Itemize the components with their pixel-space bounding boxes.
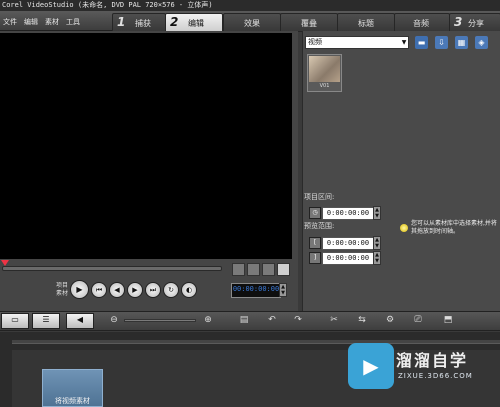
scrubber-bar[interactable]	[2, 266, 222, 271]
step-number: 1	[117, 15, 126, 29]
project-clip-toggle[interactable]: 项目 素材	[44, 282, 68, 298]
step-label: 效果	[244, 19, 260, 28]
prev-frame-button[interactable]: ◀	[109, 282, 125, 298]
storyboard-view-button[interactable]: ▭	[1, 313, 29, 329]
audio-view-button[interactable]: ◀	[66, 313, 94, 329]
zoom-slider[interactable]	[124, 319, 196, 322]
menu-file[interactable]: 文件	[3, 17, 17, 27]
menu-tools[interactable]: 工具	[66, 17, 80, 27]
thumbnail-image	[309, 56, 340, 82]
project-range-field[interactable]: 0:00:00:00	[322, 207, 374, 220]
watermark-url: ZIXUE.3D66.COM	[398, 372, 473, 380]
step-label: 覆叠	[301, 19, 317, 28]
batch-convert-icon[interactable]: ⇆	[354, 313, 370, 327]
redo-icon[interactable]: ↷	[290, 313, 306, 327]
watermark-play-icon: ▶	[348, 343, 394, 389]
scrubber-handle[interactable]	[1, 260, 9, 266]
preview-end-field[interactable]: 0:00:00:00	[322, 252, 374, 265]
split-button[interactable]	[262, 263, 275, 276]
timecode-spinner[interactable]: ▲ ▼	[279, 283, 287, 297]
mark-in-icon[interactable]: [	[309, 237, 321, 249]
home-button[interactable]: ⏮	[91, 282, 107, 298]
step-number: 2	[170, 15, 179, 29]
menu-clip[interactable]: 素材	[45, 17, 59, 27]
trim-start-button[interactable]	[232, 263, 245, 276]
preview-range-label: 预览范围:	[304, 222, 335, 230]
step-label: 分享	[468, 19, 484, 28]
enlarge-icon[interactable]	[277, 263, 290, 276]
insert-media-icon[interactable]: ▤	[236, 313, 252, 327]
step-tab-effects[interactable]: 效果	[223, 13, 281, 32]
chapter-icon[interactable]: ⎚	[410, 313, 426, 327]
menu-bar: 文件 编辑 素材 工具 1 捕获 2 编辑 效果 覆叠 标题 音频 3 分享	[0, 11, 500, 32]
end-spinner[interactable]: ▲ ▼	[373, 251, 381, 265]
smart-proxy-icon[interactable]: ✂	[326, 313, 342, 327]
step-tab-edit[interactable]: 2 编辑	[165, 13, 223, 32]
library-manager-icon[interactable]: ▦	[455, 36, 468, 49]
step-tab-capture[interactable]: 1 捕获	[112, 13, 166, 32]
zoom-out-icon[interactable]: ⊖	[106, 313, 122, 327]
menu-edit[interactable]: 编辑	[24, 17, 38, 27]
volume-button[interactable]: ◐	[181, 282, 197, 298]
preview-start-field[interactable]: 0:00:00:00	[322, 237, 374, 250]
range-spinner[interactable]: ▲ ▼	[373, 206, 381, 220]
mark-out-icon[interactable]: ]	[309, 252, 321, 264]
next-frame-button[interactable]: ▶	[127, 282, 143, 298]
chevron-down-icon[interactable]: ▼	[400, 37, 408, 48]
play-button[interactable]: ▶	[70, 280, 89, 299]
import-icon[interactable]: ⇩	[435, 36, 448, 49]
preview-window	[0, 33, 292, 259]
sort-icon[interactable]: ◈	[475, 36, 488, 49]
library-category-select[interactable]: 视频	[305, 36, 409, 49]
step-tab-share[interactable]: 3 分享	[449, 13, 500, 32]
fit-timeline-icon[interactable]: ⬒	[440, 313, 456, 327]
repeat-button[interactable]: ↻	[163, 282, 179, 298]
trim-end-button[interactable]	[247, 263, 260, 276]
timecode-display[interactable]: 00:00:00:00	[231, 283, 281, 298]
project-range-label: 项目区间:	[304, 193, 335, 201]
step-tab-overlay[interactable]: 覆叠	[280, 13, 338, 32]
timeline-ruler[interactable]	[12, 340, 500, 344]
track-manager-icon[interactable]: ⚙	[382, 313, 398, 327]
watermark-title: 溜溜自学	[396, 351, 469, 370]
step-tab-title[interactable]: 标题	[337, 13, 395, 32]
start-spinner[interactable]: ▲ ▼	[373, 236, 381, 250]
step-label: 捕获	[135, 19, 151, 28]
undo-icon[interactable]: ↶	[264, 313, 280, 327]
thumbnail-label: V01	[319, 83, 330, 89]
clock-icon: ◷	[309, 207, 321, 219]
step-label: 音频	[413, 19, 429, 28]
step-tab-audio[interactable]: 音频	[394, 13, 450, 32]
zoom-in-icon[interactable]: ⊕	[200, 313, 216, 327]
folder-icon[interactable]: ▬	[415, 36, 428, 49]
timeline-view-button[interactable]: ☰	[32, 313, 60, 329]
drop-video-slot[interactable]: 将视频素材	[42, 369, 103, 407]
step-label: 编辑	[188, 19, 204, 28]
step-label: 标题	[358, 19, 374, 28]
window-title: Corel VideoStudio (未命名, DVD PAL 720×576 …	[0, 0, 500, 11]
step-number: 3	[454, 15, 463, 29]
end-button[interactable]: ⏭	[145, 282, 161, 298]
bulb-icon	[400, 224, 408, 232]
hint-text: 您可以从素材库中选择素材,并将其拖放到时间轴。	[411, 220, 497, 235]
